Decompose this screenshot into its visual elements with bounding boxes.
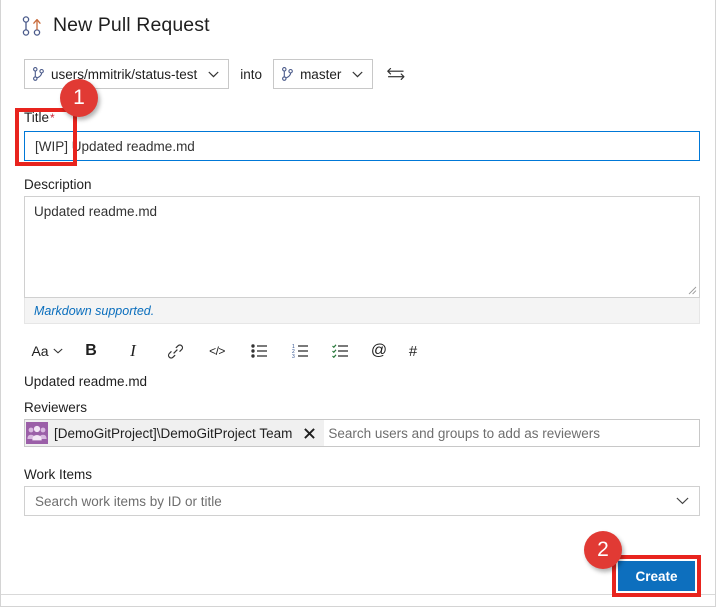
close-icon[interactable] (301, 427, 317, 439)
bold-icon[interactable]: B (70, 338, 112, 364)
link-icon[interactable] (154, 338, 196, 364)
mention-icon[interactable]: @ (360, 338, 398, 364)
italic-icon[interactable]: I (112, 338, 154, 364)
resize-grip-icon[interactable] (687, 285, 697, 295)
target-branch-dropdown[interactable]: master (273, 59, 374, 89)
into-label: into (240, 66, 263, 82)
group-avatar-icon (26, 422, 48, 444)
footer-divider (1, 594, 715, 595)
page-title: New Pull Request (53, 14, 210, 36)
svg-text:3: 3 (292, 354, 295, 358)
title-input-value: [WIP] Updated readme.md (35, 138, 195, 154)
title-label: Title* (24, 110, 55, 125)
description-label: Description (24, 177, 92, 192)
font-size-icon[interactable]: Aa (24, 338, 70, 364)
chevron-down-icon (52, 348, 63, 354)
reviewer-chip-label: [DemoGitProject]\DemoGitProject Team (54, 425, 293, 441)
reviewers-input[interactable]: [DemoGitProject]\DemoGitProject Team Sea… (24, 419, 700, 447)
description-preview: Updated readme.md (24, 374, 148, 389)
work-items-placeholder: Search work items by ID or title (35, 493, 222, 509)
create-button[interactable]: Create (618, 561, 695, 591)
pull-request-icon (22, 15, 42, 37)
title-input[interactable]: [WIP] Updated readme.md (24, 131, 700, 161)
page-header: New Pull Request (22, 14, 210, 37)
reviewers-search-placeholder: Search users and groups to add as review… (328, 425, 600, 441)
reviewer-chip[interactable]: [DemoGitProject]\DemoGitProject Team (25, 420, 325, 446)
numbered-list-icon[interactable]: 1 2 3 (280, 338, 320, 364)
bulleted-list-icon[interactable] (238, 338, 280, 364)
hash-icon[interactable]: # (398, 338, 428, 364)
code-icon[interactable]: </> (196, 338, 238, 364)
target-branch-label: master (300, 66, 342, 82)
task-list-icon[interactable] (320, 338, 360, 364)
annotation-badge-1: 1 (60, 79, 98, 117)
swap-branches-button[interactable] (373, 66, 405, 82)
reviewers-label: Reviewers (24, 400, 88, 415)
branch-icon (282, 67, 293, 81)
work-items-label: Work Items (24, 467, 93, 482)
markdown-toolbar: Aa B I </> 1 2 3 @ # (24, 338, 428, 364)
work-items-input[interactable]: Search work items by ID or title (24, 486, 700, 516)
chevron-down-icon (352, 71, 363, 77)
markdown-supported-text: Markdown supported. (34, 303, 155, 318)
branch-icon (33, 67, 44, 81)
description-textarea[interactable]: Updated readme.md (24, 196, 700, 298)
source-branch-dropdown[interactable]: users/mmitrik/status-test (24, 59, 230, 89)
description-value: Updated readme.md (34, 204, 158, 219)
chevron-down-icon (208, 71, 219, 77)
new-pull-request-page: New Pull Request users/mmitrik/status-te… (0, 0, 716, 607)
required-marker: * (50, 111, 55, 125)
annotation-badge-2: 2 (584, 531, 622, 569)
chevron-down-icon[interactable] (676, 497, 689, 505)
markdown-supported-note: Markdown supported. (24, 298, 700, 324)
